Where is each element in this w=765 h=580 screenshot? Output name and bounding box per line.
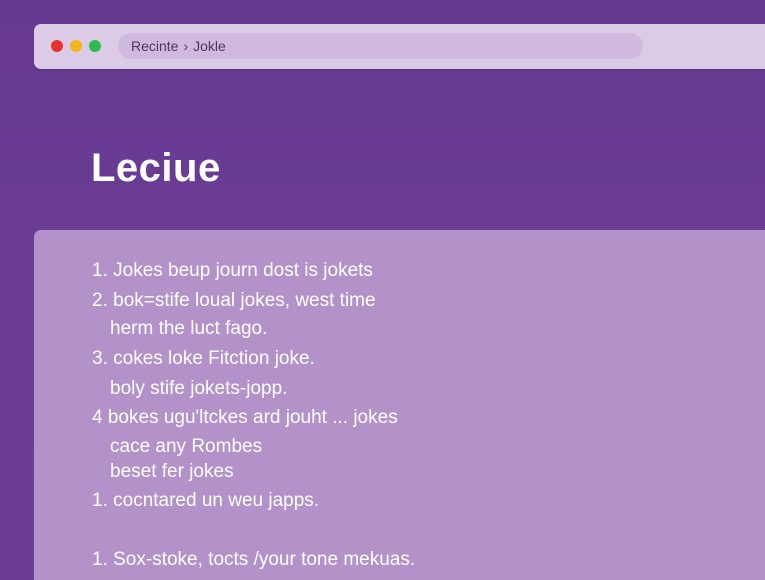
close-window-button[interactable] [51,40,63,52]
content-card: 1. Jokes beup journ dost is jokets 2. bo… [34,230,765,580]
list-item-continuation: cace any Rombes [110,436,263,457]
breadcrumb-current: Jokle [193,38,226,54]
breadcrumb: Recinte › Jokle [131,38,226,54]
list-item: 1. Jokes beup journ dost is jokets [92,260,373,281]
breadcrumb-separator-icon: › [183,38,189,54]
list-item: 3. cokes loke Fitction joke. [92,348,315,369]
list-item: 4 bokes ugu'ltckes ard jouht ... jokes [92,407,398,428]
list-item-continuation: herm the luct fago. [110,318,268,339]
list-item-continuation: boly stife jokets-jopp. [110,378,288,399]
list-item: 2. bok=stife loual jokes, west time [92,290,376,311]
list-item: 1. cocntared un weu japps. [92,490,320,511]
list-item: 1. Sox-stoke, tocts /your tone mekuas. [92,549,416,570]
page-title: Leciue [91,146,221,190]
breadcrumb-parent[interactable]: Recinte [131,38,178,54]
minimize-window-button[interactable] [70,40,82,52]
address-bar[interactable]: Recinte › Jokle [118,33,643,59]
maximize-window-button[interactable] [89,40,101,52]
window-title-bar: Recinte › Jokle [34,24,765,69]
list-item-continuation: beset fer jokes [110,461,234,482]
